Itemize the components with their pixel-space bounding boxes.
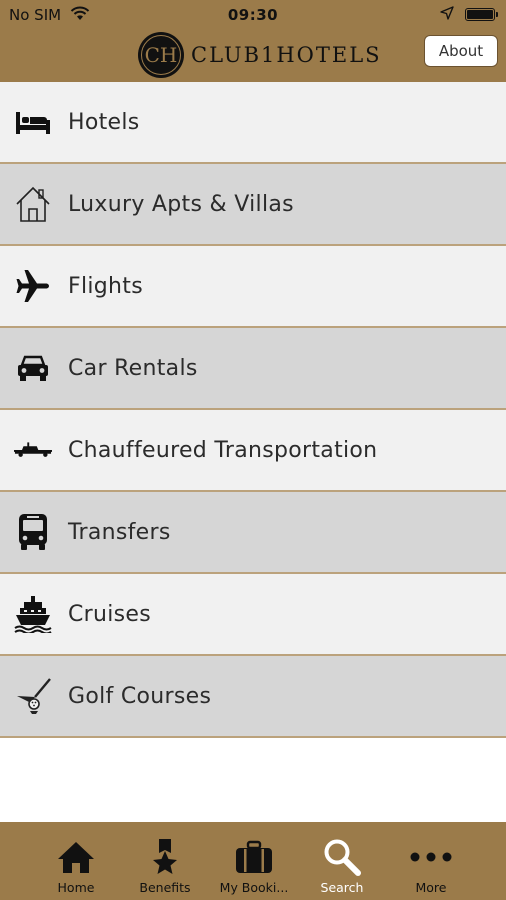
star-ribbon-icon bbox=[120, 836, 210, 878]
tab-label: My Booki... bbox=[219, 880, 289, 895]
svg-text:CH: CH bbox=[145, 43, 178, 67]
tab-label: Search bbox=[320, 880, 364, 895]
bed-icon bbox=[14, 103, 52, 141]
cruise-ship-icon bbox=[14, 595, 52, 633]
bottom-tab-bar: Home Benefits My Booki... Search More bbox=[0, 822, 506, 900]
menu-item-label: Chauffeured Transportation bbox=[68, 437, 378, 463]
menu-item-golf-courses[interactable]: Golf Courses bbox=[0, 656, 506, 738]
menu-item-label: Transfers bbox=[68, 519, 171, 545]
golf-icon bbox=[14, 677, 52, 715]
menu-item-label: Golf Courses bbox=[68, 683, 212, 709]
car-icon bbox=[14, 349, 52, 387]
tab-my-bookings[interactable]: My Booki... bbox=[209, 822, 299, 900]
airplane-icon bbox=[14, 267, 52, 305]
home-icon bbox=[31, 836, 121, 878]
tab-label: Home bbox=[57, 880, 95, 895]
house-icon bbox=[14, 185, 52, 223]
status-time: 09:30 bbox=[227, 6, 279, 24]
more-dots-icon bbox=[386, 836, 476, 878]
bus-icon bbox=[14, 513, 52, 551]
status-bar: No SIM 09:30 bbox=[0, 0, 506, 30]
menu-item-flights[interactable]: Flights bbox=[0, 246, 506, 328]
top-bar: No SIM 09:30 CH CLUB1HOTELS About bbox=[0, 0, 506, 82]
logo-monogram-icon: CH bbox=[138, 32, 184, 78]
menu-item-chauffeured-transportation[interactable]: Chauffeured Transportation bbox=[0, 410, 506, 492]
tab-search[interactable]: Search bbox=[297, 822, 387, 900]
brand-name: CLUB1HOTELS bbox=[191, 43, 382, 67]
menu-item-label: Luxury Apts & Villas bbox=[68, 191, 294, 217]
menu-item-label: Cruises bbox=[68, 601, 152, 627]
search-category-list: Hotels Luxury Apts & Villas Flights Car … bbox=[0, 82, 506, 738]
battery-icon bbox=[465, 8, 498, 21]
suitcase-icon bbox=[209, 836, 299, 878]
about-button[interactable]: About bbox=[424, 35, 498, 67]
menu-item-car-rentals[interactable]: Car Rentals bbox=[0, 328, 506, 410]
menu-item-luxury-apts-villas[interactable]: Luxury Apts & Villas bbox=[0, 164, 506, 246]
limousine-icon bbox=[14, 431, 52, 469]
search-icon bbox=[297, 836, 387, 878]
menu-item-hotels[interactable]: Hotels bbox=[0, 82, 506, 164]
menu-item-transfers[interactable]: Transfers bbox=[0, 492, 506, 574]
tab-more[interactable]: More bbox=[386, 822, 476, 900]
menu-item-cruises[interactable]: Cruises bbox=[0, 574, 506, 656]
tab-home[interactable]: Home bbox=[31, 822, 121, 900]
location-arrow-icon bbox=[440, 6, 454, 24]
tab-benefits[interactable]: Benefits bbox=[120, 822, 210, 900]
club1hotels-logo: CH CLUB1HOTELS bbox=[137, 31, 382, 79]
tab-label: More bbox=[415, 880, 447, 895]
menu-item-label: Car Rentals bbox=[68, 355, 198, 381]
menu-item-label: Hotels bbox=[68, 109, 140, 135]
menu-item-label: Flights bbox=[68, 273, 143, 299]
tab-label: Benefits bbox=[139, 880, 191, 895]
